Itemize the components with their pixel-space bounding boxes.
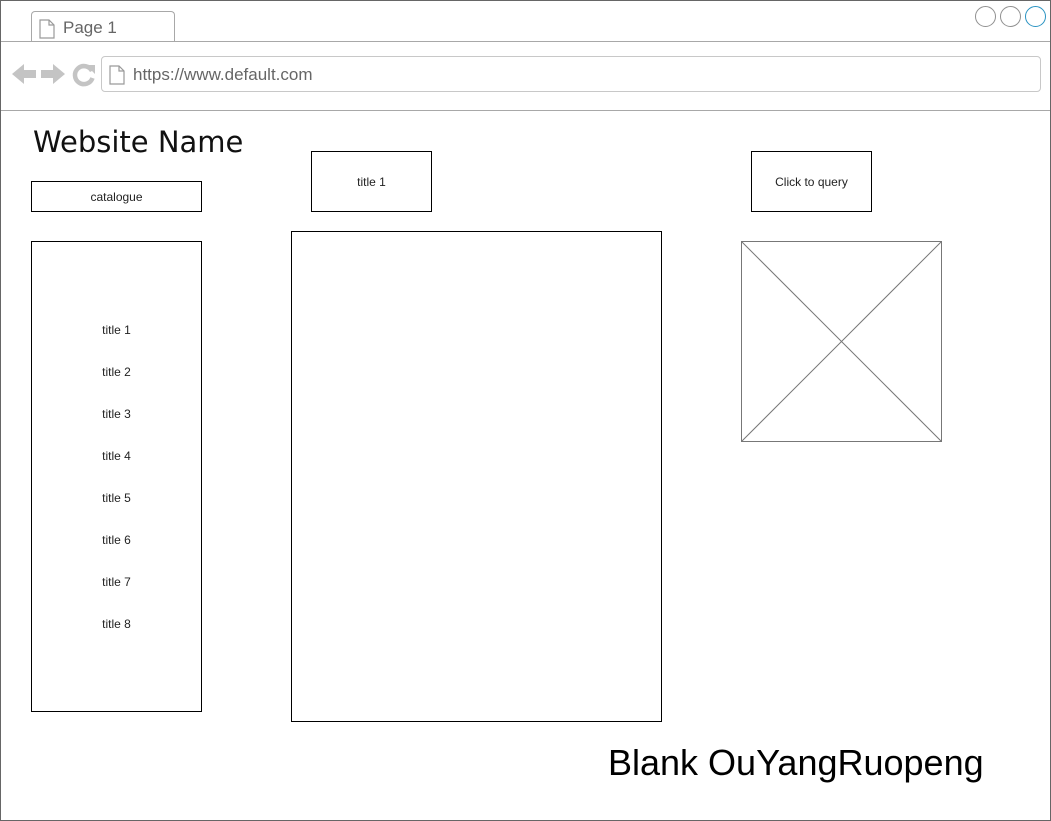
- catalogue-button-label: catalogue: [90, 190, 143, 204]
- catalogue-item[interactable]: title 5: [32, 491, 201, 505]
- close-icon[interactable]: [1025, 6, 1046, 27]
- browser-tab[interactable]: Page 1: [31, 11, 175, 41]
- content-panel: [291, 231, 662, 722]
- page-icon: [39, 19, 55, 39]
- title-button[interactable]: title 1: [311, 151, 432, 212]
- site-name: Website Name: [33, 125, 244, 159]
- catalogue-list: title 1 title 2 title 3 title 4 title 5 …: [31, 241, 202, 712]
- address-bar[interactable]: https://www.default.com: [101, 56, 1041, 92]
- forward-arrow-icon[interactable]: [40, 62, 66, 86]
- catalogue-item[interactable]: title 6: [32, 533, 201, 547]
- title-button-label: title 1: [357, 175, 386, 189]
- catalogue-item[interactable]: title 2: [32, 365, 201, 379]
- catalogue-item[interactable]: title 3: [32, 407, 201, 421]
- catalogue-item[interactable]: title 1: [32, 323, 201, 337]
- catalogue-button[interactable]: catalogue: [31, 181, 202, 212]
- footer-text: Blank OuYangRuopeng: [608, 742, 984, 783]
- chrome-divider: [1, 110, 1050, 111]
- catalogue-item[interactable]: title 7: [32, 575, 201, 589]
- query-button-label: Click to query: [775, 175, 848, 189]
- page-icon: [109, 65, 125, 85]
- url-text[interactable]: https://www.default.com: [133, 65, 313, 85]
- back-arrow-icon[interactable]: [11, 62, 37, 86]
- browser-window: Page 1 https://www.default.com Website N…: [0, 0, 1051, 821]
- minimize-icon[interactable]: [975, 6, 996, 27]
- reload-icon[interactable]: [71, 62, 97, 88]
- tab-strip-divider: [1, 41, 1050, 42]
- image-placeholder-icon: [741, 241, 942, 442]
- maximize-icon[interactable]: [1000, 6, 1021, 27]
- catalogue-item[interactable]: title 4: [32, 449, 201, 463]
- query-button[interactable]: Click to query: [751, 151, 872, 212]
- tab-title: Page 1: [63, 18, 117, 37]
- catalogue-item[interactable]: title 8: [32, 617, 201, 631]
